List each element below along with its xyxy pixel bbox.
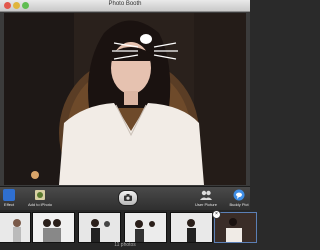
- buddy-picture-label: Buddy Pict: [229, 202, 249, 207]
- add-to-iphoto-button[interactable]: Add to iPhoto: [24, 189, 56, 207]
- photo-thumbnail[interactable]: [78, 212, 121, 243]
- photo-thumbnail[interactable]: [32, 212, 75, 243]
- delete-photo-icon[interactable]: ×: [212, 210, 221, 219]
- photo-thumbnail[interactable]: [0, 212, 31, 243]
- buddy-picture-button[interactable]: Buddy Pict: [228, 189, 250, 207]
- user-picture-icon: [200, 190, 212, 200]
- camera-preview: [4, 13, 246, 185]
- user-picture-button[interactable]: User Picture: [192, 189, 220, 207]
- window-title: Photo Booth: [108, 1, 142, 7]
- buddy-picture-icon: [233, 189, 245, 201]
- photo-thumbnail[interactable]: [124, 212, 167, 243]
- camera-icon: [124, 194, 132, 201]
- effects-button[interactable]: Effect: [1, 189, 17, 207]
- photo-count: 11 photos: [114, 242, 136, 248]
- iphoto-icon: [35, 190, 45, 200]
- toolbar: Effect Add to iPhoto User Picture Buddy …: [0, 186, 250, 211]
- effects-label: Effect: [3, 202, 15, 207]
- effects-icon: [3, 189, 15, 201]
- take-photo-button[interactable]: [118, 190, 138, 206]
- photo-thumbnail[interactable]: [170, 212, 213, 243]
- add-to-iphoto-label: Add to iPhoto: [27, 202, 53, 207]
- title-bar: Photo Booth: [0, 0, 250, 12]
- photo-booth-window: Photo Booth Effect Add to iPhoto User Pi…: [0, 0, 257, 250]
- user-picture-label: User Picture: [194, 202, 217, 207]
- camera-preview-image: [4, 13, 246, 185]
